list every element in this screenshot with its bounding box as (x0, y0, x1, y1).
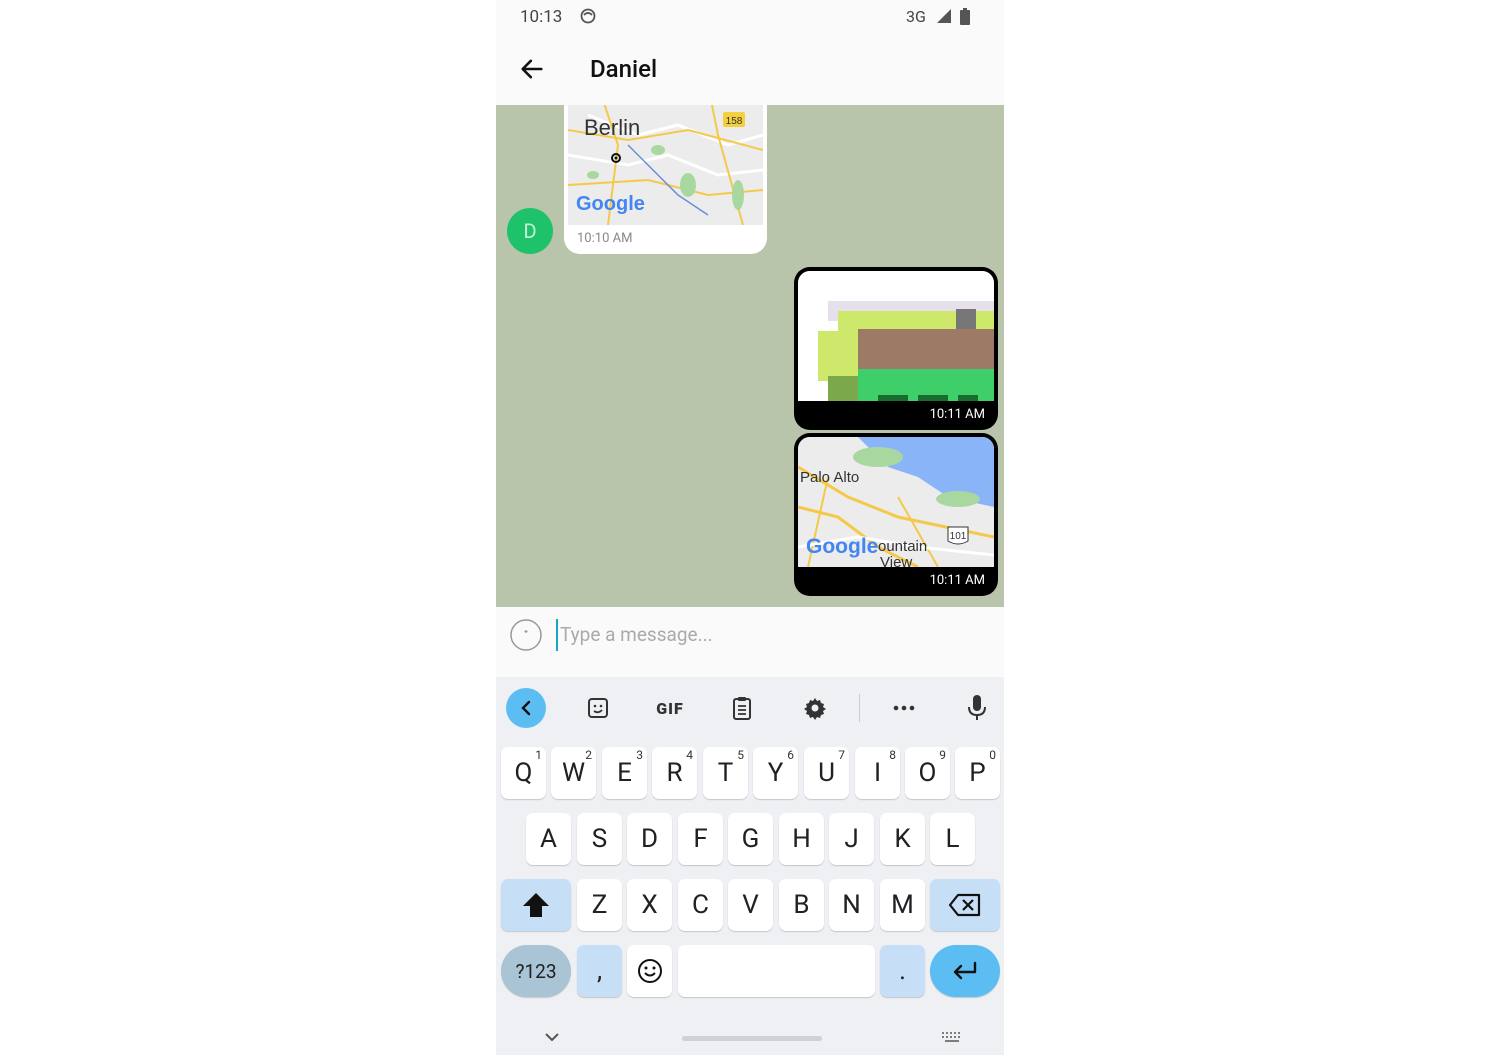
map-label-view: View (880, 554, 912, 567)
map-city-label: Berlin (584, 115, 640, 140)
message-timestamp: 10:11 AM (929, 407, 985, 422)
microphone-icon (968, 695, 986, 720)
key-h[interactable]: H (779, 813, 824, 865)
map-label-palo-alto: Palo Alto (800, 469, 859, 486)
key-v[interactable]: V (728, 879, 773, 931)
emoji-smile-icon (637, 959, 662, 983)
space-bar[interactable] (678, 945, 875, 997)
period-key[interactable]: . (880, 945, 925, 997)
key-e[interactable]: E3 (602, 747, 647, 799)
message-list[interactable]: D 158 Berlin Google 10:10 AM 10:11 AM Pa… (496, 105, 1004, 607)
key-g[interactable]: G (728, 813, 773, 865)
clipboard-icon (733, 697, 751, 720)
keyboard-toolbar: GIF (496, 677, 1004, 739)
sticker-button[interactable] (578, 688, 618, 728)
key-n[interactable]: N (829, 879, 874, 931)
symbols-key[interactable]: ?123 (501, 945, 571, 997)
message-input[interactable]: Type a message... (556, 619, 980, 651)
attach-plus-icon[interactable] (510, 619, 542, 651)
berlin-map-image[interactable]: 158 Berlin Google (568, 105, 763, 225)
attached-image[interactable] (798, 271, 994, 401)
phone-screen: 10:13 3G Daniel D 158 Berlin Google 10:1… (496, 0, 1004, 1055)
back-arrow-icon[interactable] (518, 55, 546, 83)
backspace-icon (948, 893, 981, 917)
key-t[interactable]: T5 (703, 747, 748, 799)
enter-arrow-icon (953, 961, 977, 980)
toolbar-divider (859, 694, 860, 722)
key-s[interactable]: S (577, 813, 622, 865)
palo-alto-map-image[interactable]: Palo Alto 101 ountain View Google (798, 437, 994, 567)
status-time: 10:13 (520, 7, 563, 27)
message-composer: Type a message... (496, 607, 1004, 677)
network-type: 3G (906, 7, 926, 26)
chevron-left-icon (521, 700, 531, 716)
shift-key[interactable] (501, 879, 571, 931)
key-q[interactable]: Q1 (501, 747, 546, 799)
outgoing-image-message[interactable]: 10:11 AM (794, 267, 998, 430)
emoji-key[interactable] (627, 945, 672, 997)
key-b[interactable]: B (779, 879, 824, 931)
hide-keyboard-chevron-icon[interactable] (544, 1032, 560, 1042)
home-gesture-pill[interactable] (682, 1036, 822, 1041)
key-w[interactable]: W2 (551, 747, 596, 799)
key-c[interactable]: C (678, 879, 723, 931)
key-i[interactable]: I8 (855, 747, 900, 799)
message-timestamp: 10:11 AM (929, 573, 985, 588)
more-horizontal-icon (893, 705, 915, 711)
key-d[interactable]: D (627, 813, 672, 865)
signal-icon (937, 9, 951, 23)
message-timestamp: 10:10 AM (577, 231, 633, 246)
key-f[interactable]: F (678, 813, 723, 865)
key-u[interactable]: U7 (804, 747, 849, 799)
on-screen-keyboard: GIF Q 1 W 2 E 3 R 4 T 5 Y 6 U 7 I 8 O 9 … (496, 677, 1004, 1055)
outgoing-location-message[interactable]: Palo Alto 101 ountain View Google 10:11 … (794, 433, 998, 596)
key-p[interactable]: P0 (955, 747, 1000, 799)
settings-button[interactable] (795, 688, 835, 728)
key-a[interactable]: A (526, 813, 571, 865)
shift-arrow-icon (523, 893, 549, 917)
key-z[interactable]: Z (577, 879, 622, 931)
key-k[interactable]: K (880, 813, 925, 865)
voice-input-button[interactable] (957, 688, 997, 728)
app-bar: Daniel (496, 34, 1004, 105)
key-j[interactable]: J (829, 813, 874, 865)
key-m[interactable]: M (880, 879, 925, 931)
road-sign-label: 158 (726, 116, 743, 127)
enter-key[interactable] (930, 945, 1000, 997)
status-bar: 10:13 3G (496, 0, 1004, 34)
gear-icon (804, 698, 826, 720)
map-brand-logo: Google (576, 193, 645, 215)
key-y[interactable]: Y6 (753, 747, 798, 799)
conversation-title: Daniel (590, 55, 658, 83)
contact-avatar[interactable]: D (507, 208, 553, 254)
map-brand-logo: Google (806, 535, 878, 558)
highway-shield: 101 (950, 531, 967, 542)
comma-key[interactable]: , (577, 945, 622, 997)
sticker-icon (588, 698, 608, 718)
map-label-mountain: ountain (878, 538, 927, 555)
gif-button[interactable]: GIF (650, 688, 690, 728)
more-options-button[interactable] (884, 688, 924, 728)
assistant-status-icon (580, 8, 596, 24)
keyboard-switch-icon[interactable] (940, 1031, 964, 1045)
key-x[interactable]: X (627, 879, 672, 931)
key-r[interactable]: R4 (652, 747, 697, 799)
incoming-location-message[interactable]: 158 Berlin Google 10:10 AM (564, 105, 767, 254)
backspace-key[interactable] (930, 879, 1000, 931)
clipboard-button[interactable] (722, 688, 762, 728)
key-o[interactable]: O9 (905, 747, 950, 799)
battery-icon (960, 8, 970, 25)
key-l[interactable]: L (930, 813, 975, 865)
collapse-toolbar-button[interactable] (506, 688, 546, 728)
